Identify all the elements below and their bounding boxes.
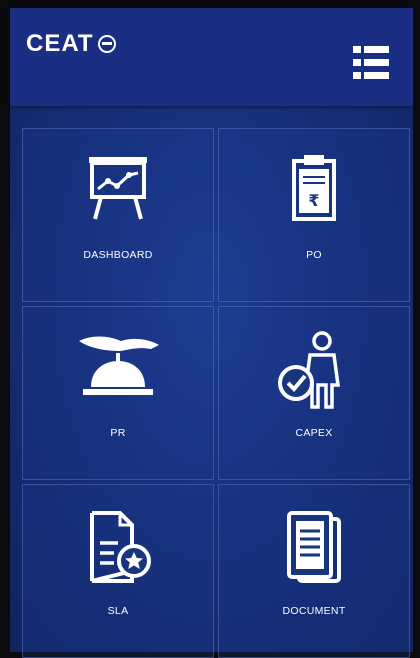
tile-document[interactable]: DOCUMENT <box>218 484 410 658</box>
presentation-board-icon <box>89 157 147 220</box>
tile-sla[interactable]: SLA <box>22 484 214 658</box>
tile-pr[interactable]: PR <box>22 306 214 480</box>
svg-text:₹: ₹ <box>308 191 319 210</box>
device-edge-left <box>0 0 10 652</box>
tile-label: DASHBOARD <box>83 249 153 261</box>
tile-po[interactable]: ₹ PO <box>218 128 410 302</box>
tile-label: SLA <box>107 605 129 617</box>
documents-stack-icon <box>287 511 341 583</box>
tile-dashboard[interactable]: DASHBOARD <box>22 128 214 302</box>
person-checkmark-icon <box>278 331 340 409</box>
app-header: CEAT <box>10 8 413 106</box>
logo-text: CEAT <box>26 30 94 57</box>
tile-label: PR <box>110 427 126 439</box>
service-bell-hand-icon <box>79 336 159 395</box>
logo-mark-icon <box>97 35 116 53</box>
list-menu-icon[interactable] <box>353 46 389 80</box>
module-grid: DASHBOARD ₹ PO PR CAPEX SLA DOCUMENT <box>22 128 410 658</box>
tile-label: PO <box>306 249 322 261</box>
tile-label: DOCUMENT <box>282 605 346 617</box>
device-edge-right <box>413 0 420 652</box>
clipboard-rupee-icon: ₹ <box>292 155 336 221</box>
tile-label: CAPEX <box>295 427 333 439</box>
ceat-logo: CEAT <box>26 30 116 58</box>
tile-capex[interactable]: CAPEX <box>218 306 410 480</box>
document-badge-icon <box>90 511 151 583</box>
